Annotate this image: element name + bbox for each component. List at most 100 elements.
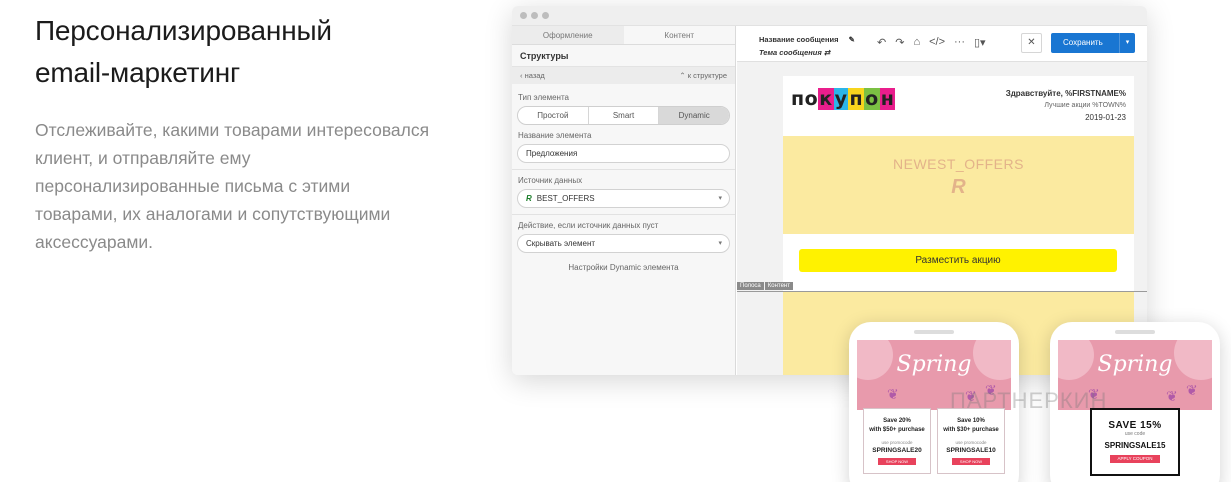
page-title: Персонализированный email-маркетинг <box>35 10 455 94</box>
device-icon[interactable]: ▯▾ <box>974 36 986 49</box>
greeting-text: Здравствуйте, %FIRSTNAME% <box>1005 89 1126 98</box>
message-subject[interactable]: Тема сообщения ⇄ <box>759 48 830 57</box>
settings-panel: Оформление Контент Структуры ‹ назад ⌃ к… <box>512 26 736 375</box>
data-source-label: Источник данных <box>518 176 583 185</box>
tag-stripe[interactable]: Полоса <box>737 282 764 290</box>
divider <box>512 169 735 170</box>
panel-title: Структуры <box>512 45 735 67</box>
phone-notch <box>1115 330 1155 334</box>
coupon-card[interactable]: SAVE 15% use code SPRINGSALE15 APPLY COU… <box>1090 408 1180 476</box>
spring-title: Spring <box>1097 352 1173 377</box>
message-subject-label: Тема сообщения <box>759 48 822 57</box>
code-icon[interactable]: </> <box>929 36 945 49</box>
source-r-icon: R <box>526 194 532 203</box>
data-source-select[interactable]: R BEST_OFFERS ▾ <box>517 189 730 208</box>
redo-icon[interactable]: ↷ <box>895 36 904 49</box>
dynamic-r-icon: R <box>951 176 966 198</box>
save-label: Сохранить <box>1063 38 1103 47</box>
pencil-icon[interactable]: ✎ <box>849 35 855 44</box>
description: Отслеживайте, какими товарами интересова… <box>35 120 430 252</box>
coupon-card[interactable]: Save 20% with $50+ purchase use promocode… <box>863 408 931 474</box>
tab-content[interactable]: Контент <box>623 26 735 44</box>
logo-part: по <box>791 88 819 110</box>
place-promo-button[interactable]: Разместить акцию <box>799 249 1117 272</box>
newest-offers-title: NEWEST_OFFERS <box>893 156 1024 172</box>
element-name-label: Название элемента <box>518 131 592 140</box>
tag-content[interactable]: Контент <box>764 282 793 290</box>
type-smart[interactable]: Smart <box>589 107 660 124</box>
shop-now-button[interactable]: SHOP NOW <box>952 458 990 465</box>
empty-action-select[interactable]: Скрывать элемент ▾ <box>517 234 730 253</box>
coupon-code: SPRINGSALE15 <box>1104 441 1166 450</box>
undo-icon[interactable]: ↶ <box>877 36 886 49</box>
chevron-up-icon: ⌃ <box>679 71 688 80</box>
close-button[interactable]: ✕ <box>1021 33 1042 53</box>
coupon-code: SPRINGSALE10 <box>946 447 996 454</box>
greeting-block: Здравствуйте, %FIRSTNAME% Лучшие акции %… <box>1006 88 1126 124</box>
panel-nav: ‹ назад ⌃ к структуре <box>512 67 735 84</box>
window-dot-maximize[interactable] <box>542 12 549 19</box>
shop-now-button[interactable]: SHOP NOW <box>878 458 916 465</box>
toolbar: Название сообщения ✎ Тема сообщения ⇄ ↶ … <box>737 26 1147 62</box>
watermark: ПАРТНЕРКИН <box>950 388 1108 413</box>
type-dynamic[interactable]: Dynamic <box>659 107 729 124</box>
to-structure-link[interactable]: ⌃ к структуре <box>679 67 727 84</box>
spring-title: Spring <box>896 352 972 377</box>
chevron-down-icon: ▾ <box>718 195 722 202</box>
newest-offers-block[interactable]: NEWEST_OFFERS R <box>783 136 1134 234</box>
sub-greeting-text: Лучшие акции %TOWN% <box>1044 102 1126 109</box>
message-name[interactable]: Название сообщения ✎ <box>759 35 855 44</box>
data-source-value: BEST_OFFERS <box>536 194 595 203</box>
divider <box>512 214 735 215</box>
coupon-title: Save 10% with $30+ purchase <box>938 417 1004 435</box>
email-date: 2019-01-23 <box>1085 113 1126 122</box>
title-line-1: Персонализированный <box>35 15 332 46</box>
logo-part: н <box>879 88 896 110</box>
coupon-subtitle: with $50+ purchase <box>869 427 925 433</box>
brand-logo: пок у п о н <box>791 88 896 110</box>
window-titlebar <box>512 6 1147 26</box>
dynamic-settings-link[interactable]: Настройки Dynamic элемента <box>512 263 735 272</box>
chevron-down-icon[interactable]: ▾ <box>1119 33 1135 53</box>
empty-action-value: Скрывать элемент <box>526 239 596 248</box>
window-dot-close[interactable] <box>520 12 527 19</box>
block-tags: Полоса Контент <box>737 282 793 290</box>
element-type-toggle: Простой Smart Dynamic <box>517 106 730 125</box>
more-icon[interactable]: ··· <box>954 36 965 49</box>
to-structure-label: к структуре <box>687 71 727 80</box>
logo-part: к <box>818 88 834 110</box>
package-icon[interactable]: ⌂ <box>913 36 920 49</box>
tab-design[interactable]: Оформление <box>512 26 624 44</box>
save-button[interactable]: Сохранить ▾ <box>1051 33 1135 53</box>
back-link[interactable]: ‹ назад <box>520 67 545 84</box>
butterfly-icon: ❦ <box>1186 382 1198 398</box>
coupon-title-text: Save 10% <box>957 418 985 424</box>
window-dot-minimize[interactable] <box>531 12 538 19</box>
element-name-input[interactable]: Предложения <box>517 144 730 163</box>
back-label: назад <box>524 71 545 80</box>
type-simple[interactable]: Простой <box>518 107 589 124</box>
phone-notch <box>914 330 954 334</box>
coupon-subtitle: with $30+ purchase <box>943 427 999 433</box>
butterfly-icon: ❦ <box>887 386 899 402</box>
toolbar-icons: ↶ ↷ ⌂ </> ··· ▯▾ <box>877 36 986 49</box>
empty-action-label: Действие, если источник данных пуст <box>518 221 659 230</box>
email-header: пок у п о н Здравствуйте, %FIRSTNAME% Лучшие… <box>783 76 1134 136</box>
coupon-use-label: use promocode <box>881 440 913 445</box>
coupon-title: SAVE 15% <box>1108 420 1162 431</box>
title-line-2: email-маркетинг <box>35 57 240 88</box>
message-name-label: Название сообщения <box>759 35 839 44</box>
coupon-use-label: use code <box>1124 431 1146 437</box>
coupon-code: SPRINGSALE20 <box>872 447 922 454</box>
apply-coupon-button[interactable]: APPLY COUPON <box>1110 455 1160 463</box>
logo-part: о <box>864 88 880 110</box>
chevron-down-icon: ▾ <box>718 240 722 247</box>
subject-edit-icon[interactable]: ⇄ <box>824 48 830 57</box>
logo-part: п <box>848 88 865 110</box>
logo-part: у <box>833 88 849 110</box>
coupon-card[interactable]: Save 10% with $30+ purchase use promocode… <box>937 408 1005 474</box>
butterfly-icon: ❦ <box>1166 388 1178 404</box>
coupon-title-text: Save 20% <box>883 418 911 424</box>
panel-tabs: Оформление Контент <box>512 26 735 45</box>
element-type-label: Тип элемента <box>518 93 569 102</box>
